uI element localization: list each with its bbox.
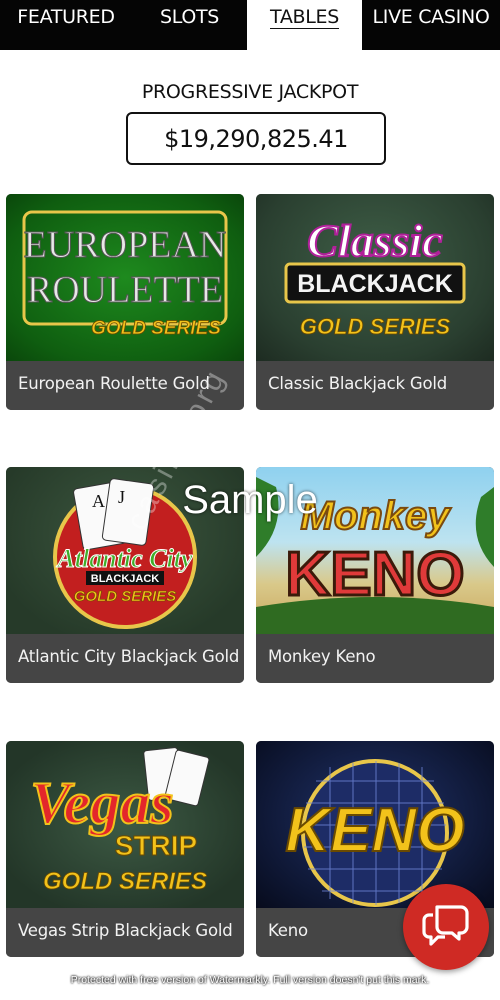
art-gold-series: GOLD SERIES — [300, 314, 451, 339]
art-gold-series: GOLD SERIES — [74, 588, 177, 605]
game-title: Atlantic City Blackjack Gold — [6, 634, 244, 683]
art-title: KENO — [285, 796, 464, 865]
game-title: Monkey Keno — [256, 634, 494, 683]
game-thumbnail: KENO — [256, 741, 494, 908]
tab-live-casino[interactable]: LIVE CASINO — [362, 0, 500, 50]
game-card-vegas-strip-blackjack-gold[interactable]: Vegas STRIP GOLD SERIES Vegas Strip Blac… — [6, 741, 244, 957]
art-title-line2: BLACKJACK — [297, 270, 453, 298]
live-chat-button[interactable] — [403, 884, 489, 970]
art-title-line2: BLACKJACK — [91, 573, 160, 585]
game-thumbnail: EUROPEAN ROULETTE GOLD SERIES — [6, 194, 244, 361]
jackpot-amount: $19,290,825.41 — [164, 124, 348, 153]
game-card-european-roulette-gold[interactable]: EUROPEAN ROULETTE GOLD SERIES European R… — [6, 194, 244, 410]
game-title: European Roulette Gold — [6, 361, 244, 410]
game-thumbnail: Classic BLACKJACK GOLD SERIES — [256, 194, 494, 361]
game-thumbnail: Monkey KENO — [256, 467, 494, 634]
tab-label: SLOTS — [159, 6, 220, 28]
art-gold-series: GOLD SERIES — [91, 318, 221, 339]
art-gold-series: GOLD SERIES — [43, 868, 207, 895]
jackpot-title: PROGRESSIVE JACKPOT — [141, 81, 359, 103]
tab-tables[interactable]: TABLES — [247, 0, 362, 50]
art-title-line1: Vegas — [30, 770, 173, 836]
tab-label: TABLES — [269, 6, 339, 29]
game-card-monkey-keno[interactable]: Monkey KENO Monkey Keno — [256, 467, 494, 683]
tab-label: LIVE CASINO — [372, 6, 490, 28]
art-title-line1: EUROPEAN — [24, 224, 227, 266]
art-title-line1: Monkey — [301, 494, 452, 538]
game-thumbnail: Vegas STRIP GOLD SERIES — [6, 741, 244, 908]
art-title-line2: ROULETTE — [27, 269, 223, 311]
art-title-line1: Atlantic City — [55, 544, 193, 573]
art-title-line2: KENO — [285, 540, 464, 609]
svg-text:A: A — [92, 491, 105, 511]
jackpot-amount-box: $19,290,825.41 — [126, 112, 386, 165]
footer-watermark: Protected with free version of Watermark… — [70, 974, 430, 986]
game-card-atlantic-city-blackjack-gold[interactable]: A J Atlantic City BLACKJACK GOLD SERIES … — [6, 467, 244, 683]
chat-bubbles-icon — [421, 903, 471, 952]
tab-label: FEATURED — [17, 6, 115, 28]
art-title-line2: STRIP — [115, 830, 197, 861]
game-card-classic-blackjack-gold[interactable]: Classic BLACKJACK GOLD SERIES Classic Bl… — [256, 194, 494, 410]
top-nav: FEATURED SLOTS TABLES LIVE CASINO — [0, 0, 500, 50]
tab-featured[interactable]: FEATURED — [0, 0, 132, 50]
art-title-line1: Classic — [307, 215, 442, 266]
tab-slots[interactable]: SLOTS — [132, 0, 247, 50]
game-title: Vegas Strip Blackjack Gold — [6, 908, 244, 957]
svg-text:J: J — [118, 487, 125, 507]
game-title: Classic Blackjack Gold — [256, 361, 494, 410]
game-thumbnail: A J Atlantic City BLACKJACK GOLD SERIES — [6, 467, 244, 634]
